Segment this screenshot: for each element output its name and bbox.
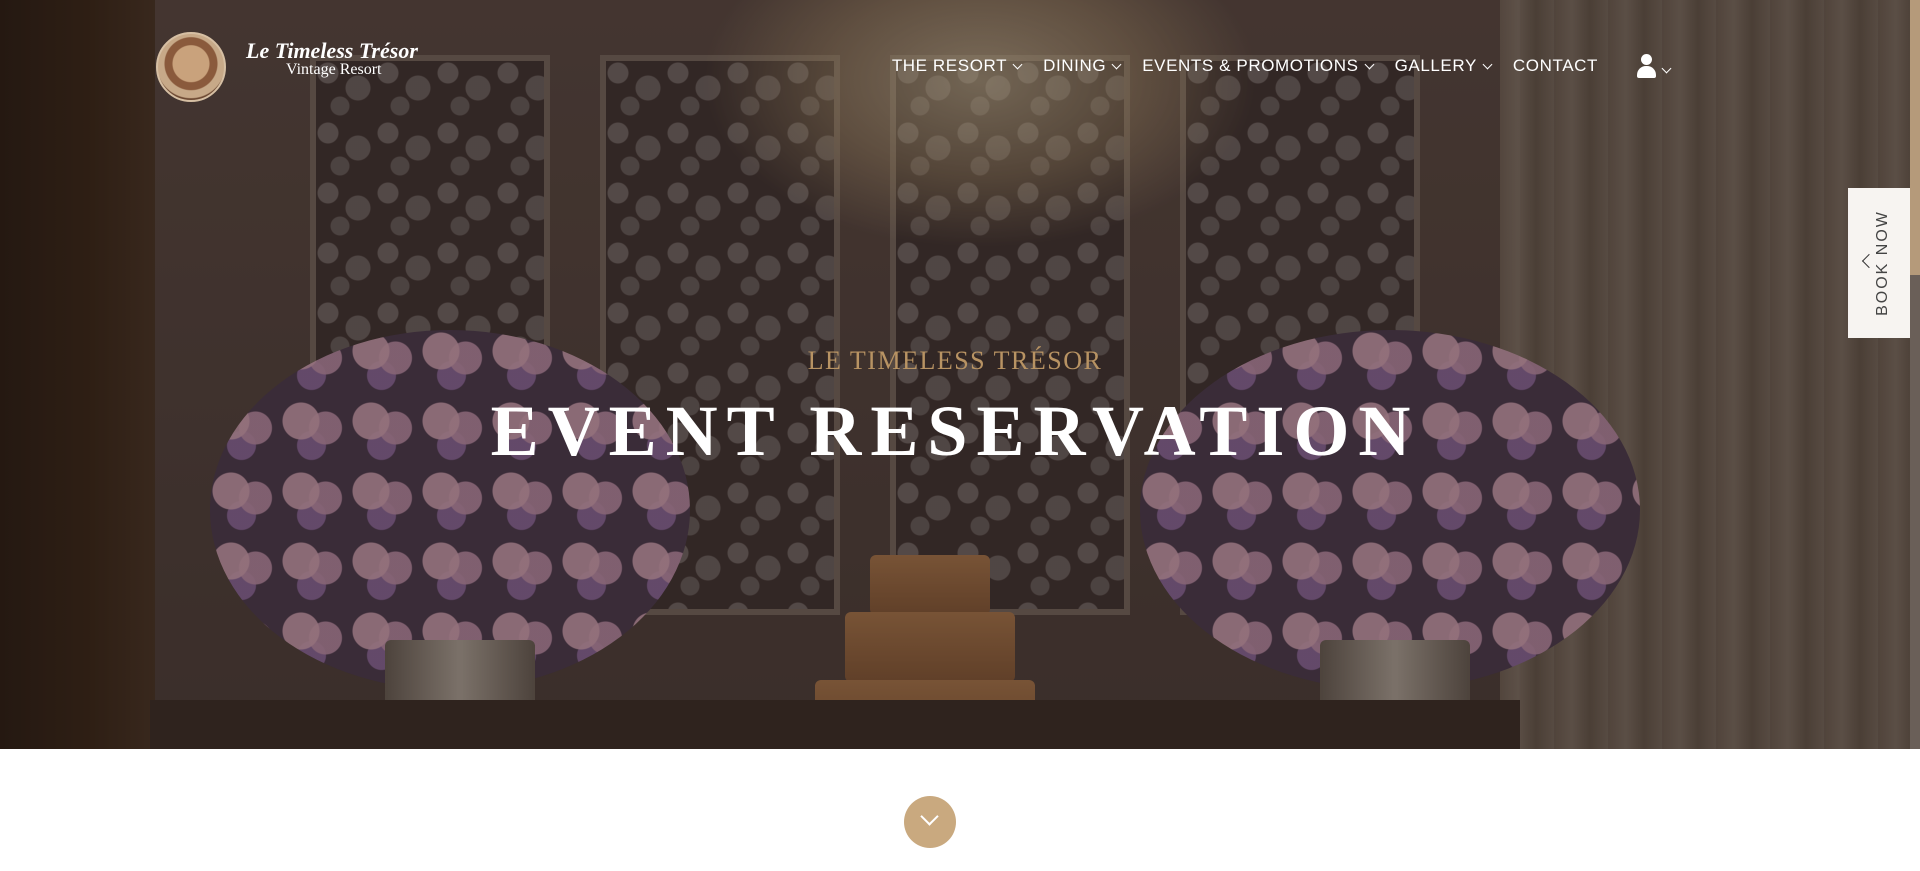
chevron-down-icon [920, 807, 939, 826]
scroll-down-button[interactable] [904, 796, 956, 848]
nav-item-label: THE RESORT [891, 56, 1008, 75]
nav-item-the-resort[interactable]: THE RESORT [891, 56, 1023, 76]
page-title: EVENT RESERVATION [490, 391, 1420, 471]
nav-item-label: DINING [1043, 56, 1107, 75]
brand-name: Le Timeless Trésor [246, 38, 418, 63]
main-nav: THE RESORT DINING EVENTS & PROMOTIONS GA… [891, 54, 1672, 78]
brand-tagline: Vintage Resort [286, 61, 382, 78]
hero-kicker: LE TIMELESS TRÉSOR [807, 346, 1103, 375]
user-icon [1636, 54, 1656, 78]
nav-item-label: EVENTS & PROMOTIONS [1142, 56, 1359, 75]
chevron-down-icon [1364, 59, 1375, 69]
book-now-tab[interactable]: BOOK NOW [1848, 188, 1910, 338]
nav-item-dining[interactable]: DINING [1043, 56, 1122, 76]
chevron-down-icon [1482, 59, 1493, 69]
nav-item-label: CONTACT [1512, 56, 1598, 75]
chevron-down-icon [1012, 59, 1023, 69]
hero-edge-scrollbar[interactable] [1910, 0, 1920, 749]
nav-item-contact[interactable]: CONTACT [1513, 56, 1598, 76]
book-now-label: BOOK NOW [1874, 210, 1891, 316]
chevron-down-icon [1111, 59, 1122, 69]
chevron-down-icon [1661, 63, 1672, 73]
brand-logo[interactable]: Le Timeless Trésor Vintage Resort [246, 40, 418, 78]
nav-item-label: GALLERY [1394, 56, 1477, 75]
logo-icon[interactable] [156, 32, 226, 102]
user-menu-button[interactable] [1636, 54, 1672, 78]
nav-item-events-promotions[interactable]: EVENTS & PROMOTIONS [1142, 56, 1375, 76]
nav-item-gallery[interactable]: GALLERY [1394, 56, 1493, 76]
